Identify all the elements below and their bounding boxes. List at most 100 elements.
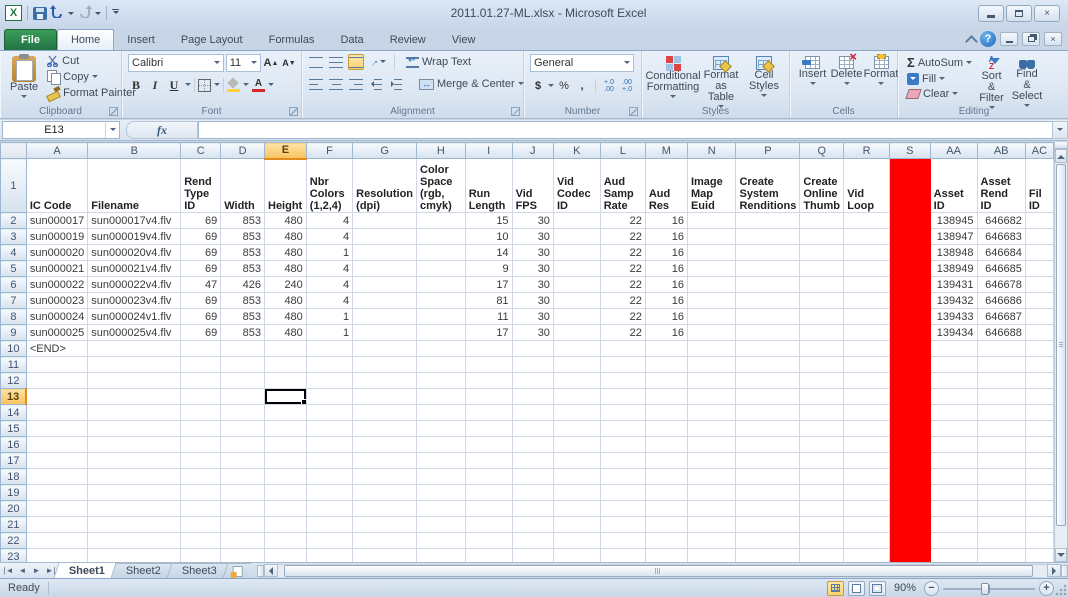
cell-J21[interactable] (512, 517, 553, 533)
cell-S8[interactable] (889, 309, 930, 325)
cell-P8[interactable] (736, 309, 800, 325)
fill-color-icon[interactable] (227, 79, 240, 92)
cell-P19[interactable] (736, 485, 800, 501)
cell-D17[interactable] (221, 453, 265, 469)
cell-H14[interactable] (417, 405, 466, 421)
cell-H1[interactable]: Color Space (rgb, cmyk) (417, 159, 466, 213)
column-header-I[interactable]: I (465, 143, 512, 159)
minimize-button[interactable] (978, 5, 1004, 22)
column-header-B[interactable]: B (88, 143, 181, 159)
cell-AB1[interactable]: Asset Rend ID (977, 159, 1025, 213)
scroll-left-button[interactable] (264, 564, 278, 577)
cell-I19[interactable] (465, 485, 512, 501)
cell-H20[interactable] (417, 501, 466, 517)
borders-dropdown-arrow[interactable] (214, 83, 220, 89)
cell-H23[interactable] (417, 549, 466, 563)
cell-I4[interactable]: 14 (465, 245, 512, 261)
zoom-out-button[interactable]: − (924, 581, 939, 596)
cell-I15[interactable] (465, 421, 512, 437)
cell-S20[interactable] (889, 501, 930, 517)
cell-AB11[interactable] (977, 357, 1025, 373)
cell-AC3[interactable] (1025, 229, 1053, 245)
column-header-A[interactable]: A (26, 143, 87, 159)
cell-K18[interactable] (553, 469, 600, 485)
cell-K14[interactable] (553, 405, 600, 421)
cell-L19[interactable] (600, 485, 645, 501)
cell-B20[interactable] (88, 501, 181, 517)
number-format-select[interactable]: General (530, 54, 634, 72)
cell-I18[interactable] (465, 469, 512, 485)
cell-P22[interactable] (736, 533, 800, 549)
column-header-J[interactable]: J (512, 143, 553, 159)
increase-indent-button[interactable] (388, 76, 404, 92)
cell-B7[interactable]: sun000023v4.flv (88, 293, 181, 309)
cell-P15[interactable] (736, 421, 800, 437)
cell-E15[interactable] (265, 421, 307, 437)
cell-Q6[interactable] (800, 277, 844, 293)
cell-S16[interactable] (889, 437, 930, 453)
cell-R16[interactable] (844, 437, 890, 453)
cell-AC18[interactable] (1025, 469, 1053, 485)
cell-AB5[interactable]: 646685 (977, 261, 1025, 277)
orientation-button[interactable]: → (368, 54, 386, 70)
cell-AA3[interactable]: 138947 (930, 229, 977, 245)
cell-M10[interactable] (645, 341, 687, 357)
cell-D23[interactable] (221, 549, 265, 563)
cell-AA16[interactable] (930, 437, 977, 453)
cell-M15[interactable] (645, 421, 687, 437)
cell-AB21[interactable] (977, 517, 1025, 533)
cell-C22[interactable] (181, 533, 221, 549)
cell-R2[interactable] (844, 213, 890, 229)
cell-L5[interactable]: 22 (600, 261, 645, 277)
alignment-dialog-launcher[interactable] (511, 107, 520, 116)
bottom-align-button[interactable] (348, 54, 364, 70)
cell-L1[interactable]: Aud Samp Rate (600, 159, 645, 213)
cell-R17[interactable] (844, 453, 890, 469)
cell-Q7[interactable] (800, 293, 844, 309)
cell-B16[interactable] (88, 437, 181, 453)
cell-D8[interactable]: 853 (221, 309, 265, 325)
cell-AB19[interactable] (977, 485, 1025, 501)
cell-Q21[interactable] (800, 517, 844, 533)
save-icon[interactable] (33, 7, 47, 20)
cell-AB8[interactable]: 646687 (977, 309, 1025, 325)
shrink-font-button[interactable]: A▼ (281, 55, 297, 71)
cell-M18[interactable] (645, 469, 687, 485)
cell-L23[interactable] (600, 549, 645, 563)
cell-P21[interactable] (736, 517, 800, 533)
cell-AB20[interactable] (977, 501, 1025, 517)
cell-C3[interactable]: 69 (181, 229, 221, 245)
cell-F21[interactable] (306, 517, 352, 533)
cell-F20[interactable] (306, 501, 352, 517)
cell-A11[interactable] (26, 357, 87, 373)
cell-A14[interactable] (26, 405, 87, 421)
cell-F3[interactable]: 4 (306, 229, 352, 245)
cell-G14[interactable] (353, 405, 417, 421)
cell-E16[interactable] (265, 437, 307, 453)
cell-S15[interactable] (889, 421, 930, 437)
cell-P12[interactable] (736, 373, 800, 389)
font-size-select[interactable]: 11 (226, 54, 261, 72)
vertical-scrollbar[interactable] (1054, 142, 1067, 562)
cell-J4[interactable]: 30 (512, 245, 553, 261)
first-sheet-button[interactable]: |◄ (2, 565, 15, 577)
cell-E5[interactable]: 480 (265, 261, 307, 277)
cell-E23[interactable] (265, 549, 307, 563)
cell-R14[interactable] (844, 405, 890, 421)
cell-N23[interactable] (687, 549, 736, 563)
cell-B6[interactable]: sun000022v4.flv (88, 277, 181, 293)
cell-AC19[interactable] (1025, 485, 1053, 501)
cell-M3[interactable]: 16 (645, 229, 687, 245)
help-icon[interactable]: ? (980, 31, 996, 47)
cell-P1[interactable]: Create System Renditions (736, 159, 800, 213)
insert-function-icon[interactable]: fx (157, 123, 167, 138)
cell-N18[interactable] (687, 469, 736, 485)
cell-I7[interactable]: 81 (465, 293, 512, 309)
cell-K21[interactable] (553, 517, 600, 533)
middle-align-button[interactable] (328, 54, 344, 70)
cell-E10[interactable] (265, 341, 307, 357)
cell-AA7[interactable]: 139432 (930, 293, 977, 309)
cell-C17[interactable] (181, 453, 221, 469)
cell-AA15[interactable] (930, 421, 977, 437)
cell-R15[interactable] (844, 421, 890, 437)
